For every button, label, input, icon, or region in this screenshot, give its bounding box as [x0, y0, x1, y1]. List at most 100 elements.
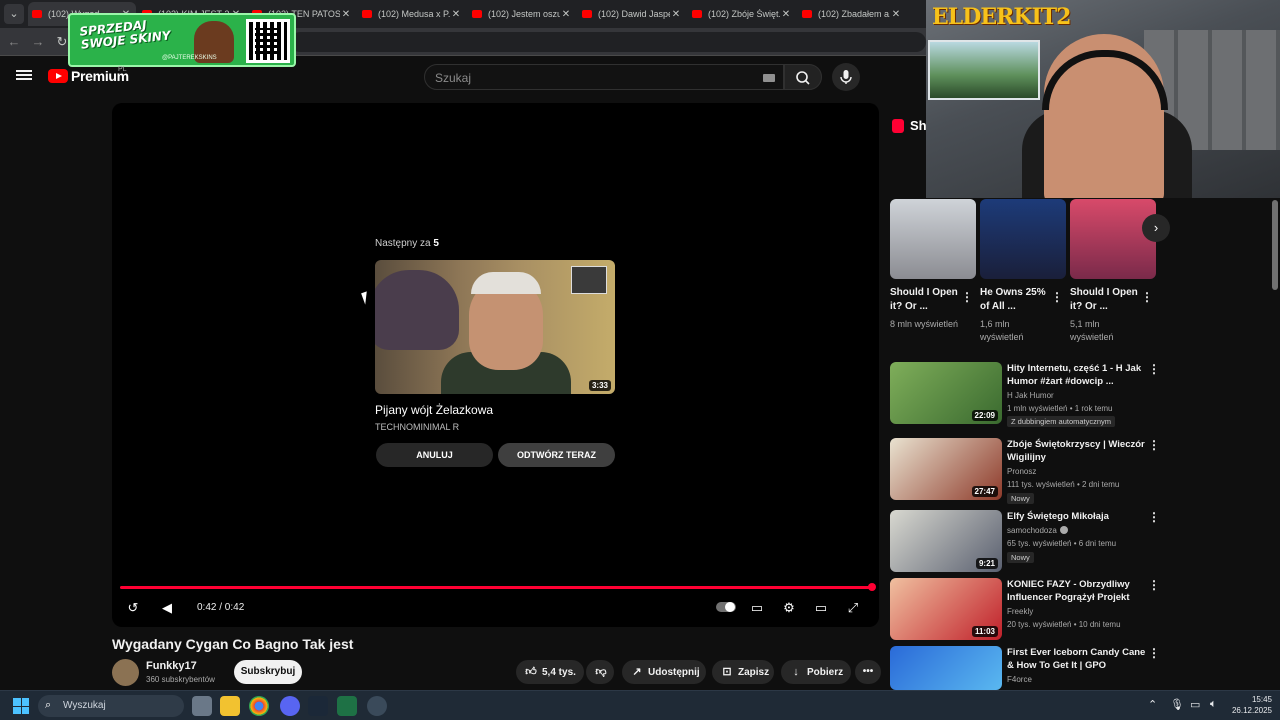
channel-avatar[interactable] — [112, 659, 139, 686]
recommendation-channel[interactable]: H Jak Humor — [1007, 391, 1054, 400]
fullscreen-icon[interactable]: ⤢ — [844, 599, 862, 617]
up-next-channel: TECHNOMINIMAL R — [375, 422, 460, 432]
mic-icon — [840, 70, 852, 84]
short-title[interactable]: Should I Open it? Or ... — [890, 286, 960, 314]
chrome-icon[interactable] — [249, 696, 269, 716]
recommendation-title[interactable]: KONIEC FAZY - Obrzydliwy Influencer Pogr… — [1007, 578, 1147, 604]
more-vert-icon[interactable]: ⋮ — [1148, 363, 1160, 375]
autoplay-toggle[interactable] — [716, 602, 736, 612]
short-thumbnail[interactable] — [980, 199, 1066, 279]
short-thumbnail[interactable] — [890, 199, 976, 279]
tab-search-icon[interactable]: ⌄ — [4, 4, 24, 24]
dislike-button[interactable]: 👎︎ — [586, 660, 614, 684]
network-icon[interactable]: ▭ — [1190, 698, 1200, 711]
youtube-favicon-icon — [692, 10, 702, 18]
recommendation-thumbnail[interactable]: 22:09 — [890, 362, 1002, 424]
play-now-button[interactable]: ODTWÓRZ TERAZ — [498, 443, 615, 467]
close-tab-icon[interactable]: ✕ — [890, 9, 902, 20]
more-vert-icon[interactable]: ⋮ — [1148, 647, 1160, 659]
browser-tab[interactable]: (102) Zbadałem a... ✕ — [798, 2, 906, 26]
up-next-thumbnail[interactable]: 3:33 — [375, 260, 615, 394]
more-vert-icon[interactable]: ⋮ — [1148, 439, 1160, 451]
browser-tab[interactable]: (102) Dawid Jaspe...✕ — [578, 2, 686, 26]
channel-watermark-icon — [571, 266, 607, 294]
steam-icon[interactable] — [308, 696, 328, 716]
close-tab-icon[interactable]: ✕ — [340, 9, 352, 20]
back-icon[interactable]: ← — [6, 34, 22, 50]
volume-icon[interactable]: ◀ — [158, 599, 176, 617]
browser-tab[interactable]: (102) Zbóje Święt... ✕ — [688, 2, 796, 26]
scrubber-handle[interactable] — [868, 583, 876, 591]
recommendation-thumbnail[interactable] — [890, 646, 1002, 690]
recommendation-channel[interactable]: Pronosz — [1007, 467, 1036, 476]
youtube-favicon-icon — [32, 10, 42, 18]
browser-tab[interactable]: (102) Jestem oszu...✕ — [468, 2, 576, 26]
theater-icon[interactable]: ▭ — [812, 599, 830, 617]
clock-date: 26.12.2025 — [1231, 706, 1272, 715]
keyboard-icon[interactable] — [763, 74, 775, 82]
recommendation-channel[interactable]: samochodoza — [1007, 526, 1068, 535]
share-button[interactable]: ↗ Udostępnij — [622, 660, 706, 684]
youtube-favicon-icon — [802, 10, 812, 18]
more-vert-icon[interactable]: ⋮ — [961, 291, 973, 303]
more-actions-button[interactable]: ••• — [855, 660, 881, 684]
close-tab-icon[interactable]: ✕ — [780, 9, 792, 20]
recommendation-thumbnail[interactable]: 9:21 — [890, 510, 1002, 572]
download-button[interactable]: ↓ Pobierz — [781, 660, 851, 684]
excel-icon[interactable] — [337, 696, 357, 716]
subscribe-button[interactable]: Subskrybuj — [234, 660, 302, 684]
more-vert-icon[interactable]: ⋮ — [1141, 291, 1153, 303]
youtube-premium-logo[interactable]: Premium PL — [48, 66, 129, 84]
duration-badge: 22:09 — [971, 410, 998, 421]
verified-icon — [1059, 526, 1068, 534]
file-explorer-icon[interactable] — [220, 696, 240, 716]
subtitles-icon[interactable]: ▭ — [748, 599, 766, 617]
recommendation-channel[interactable]: F4orce — [1007, 675, 1032, 684]
download-icon: ↓ — [793, 666, 799, 678]
mic-icon[interactable]: 🎙︎ — [1170, 698, 1184, 711]
system-clock[interactable]: 15:45 26.12.2025 — [1228, 694, 1272, 716]
recommendation-title[interactable]: Zbóje Świętokrzyscy | Wieczór Wigilijny — [1007, 438, 1147, 464]
progress-bar[interactable] — [120, 586, 872, 589]
video-title: Wygadany Cygan Co Bagno Tak jest — [112, 636, 354, 652]
channel-name[interactable]: Funkky17 — [146, 660, 197, 672]
recommendation-title[interactable]: First Ever Iceborn Candy Cane & How To G… — [1007, 646, 1147, 672]
windows-start-icon[interactable] — [13, 698, 29, 714]
taskbar-search[interactable]: ⌕ Wyszukaj — [38, 695, 184, 717]
short-title[interactable]: He Owns 25% of All ... — [980, 286, 1050, 314]
cancel-autoplay-button[interactable]: ANULUJ — [376, 443, 493, 467]
up-next-title[interactable]: Pijany wójt Żelazkowa — [375, 403, 493, 417]
recommendation-title[interactable]: Hity Internetu, część 1 - H Jak Humor #ż… — [1007, 362, 1147, 388]
settings-icon[interactable]: ⚙ — [780, 599, 798, 617]
recommendation-title[interactable]: Elfy Świętego Mikołaja — [1007, 510, 1147, 523]
short-thumbnail[interactable] — [1070, 199, 1156, 279]
recommendation-thumbnail[interactable]: 11:03 — [890, 578, 1002, 640]
forward-icon[interactable]: → — [30, 34, 46, 50]
search-button[interactable] — [784, 64, 822, 90]
recommendation-thumbnail[interactable]: 27:47 — [890, 438, 1002, 500]
more-vert-icon[interactable]: ⋮ — [1051, 291, 1063, 303]
browser-tab[interactable]: (102) Medusa x P... ✕ — [358, 2, 466, 26]
search-icon — [796, 71, 810, 85]
speaker-icon[interactable]: 🔈︎ — [1210, 698, 1217, 711]
like-button[interactable]: 👍︎ 5,4 tys. — [516, 660, 584, 684]
close-tab-icon[interactable]: ✕ — [560, 9, 572, 20]
more-vert-icon[interactable]: ⋮ — [1148, 579, 1160, 591]
replay-icon[interactable]: ↺ — [124, 599, 142, 617]
voice-search-button[interactable] — [832, 63, 860, 91]
discord-icon[interactable] — [280, 696, 300, 716]
chevron-right-icon[interactable]: › — [1142, 214, 1170, 242]
address-bar[interactable] — [290, 32, 926, 52]
menu-icon[interactable] — [16, 68, 32, 84]
close-tab-icon[interactable]: ✕ — [450, 9, 462, 20]
close-tab-icon[interactable]: ✕ — [670, 9, 682, 20]
task-view-icon[interactable] — [192, 696, 212, 716]
save-button[interactable]: ⊡ Zapisz — [712, 660, 774, 684]
search-input[interactable] — [435, 69, 755, 87]
chevron-up-icon[interactable]: ⌃ — [1148, 698, 1157, 711]
app-icon[interactable] — [367, 696, 387, 716]
page-scrollbar[interactable] — [1272, 200, 1278, 290]
short-title[interactable]: Should I Open it? Or ... — [1070, 286, 1140, 314]
more-vert-icon[interactable]: ⋮ — [1148, 511, 1160, 523]
recommendation-channel[interactable]: Freekly — [1007, 607, 1033, 616]
